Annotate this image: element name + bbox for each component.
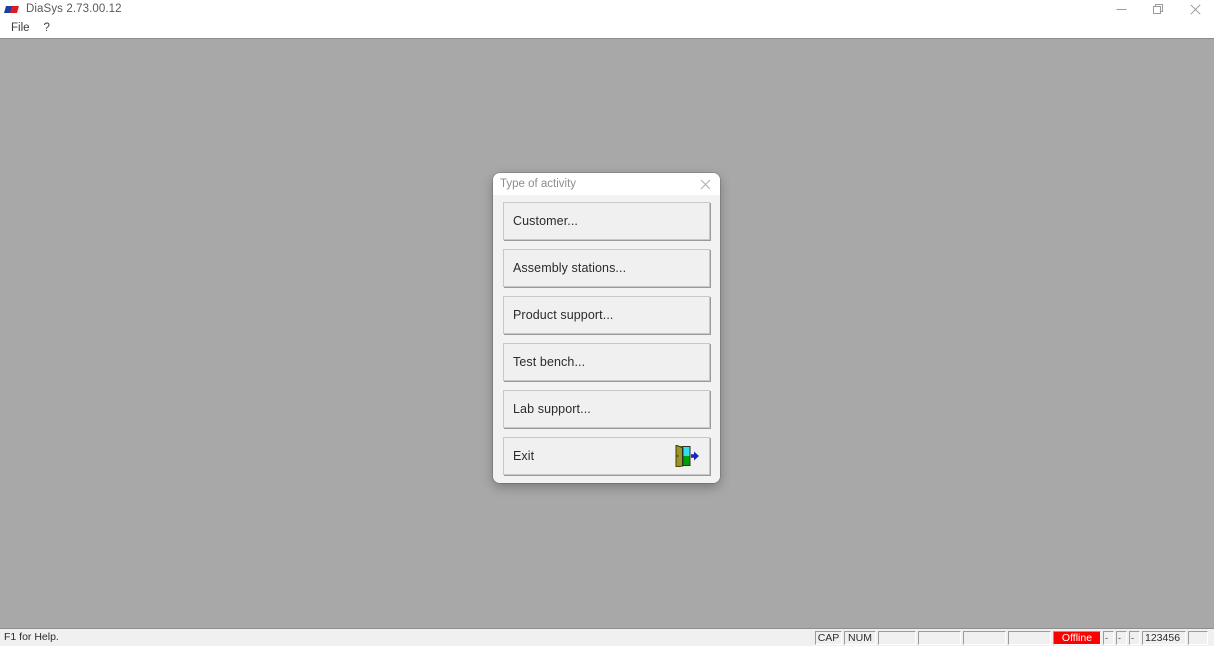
diasys-logo-icon (4, 2, 20, 18)
activity-button-label: Exit (513, 449, 534, 464)
status-panel-blank-5 (1188, 631, 1208, 645)
status-panels: CAP NUM Offline - - - 123456 (815, 629, 1214, 646)
dialog-titlebar: Type of activity (493, 173, 720, 195)
exit-door-icon (674, 445, 700, 467)
status-panel-blank-4 (1008, 631, 1051, 645)
activity-button-customer[interactable]: Customer... (503, 202, 710, 240)
status-panel-dash-1: - (1103, 631, 1114, 645)
status-panel-number: 123456 (1142, 631, 1186, 645)
activity-button-test-bench[interactable]: Test bench... (503, 343, 710, 381)
status-panel-blank-2 (918, 631, 961, 645)
window-titlebar: DiaSys 2.73.00.12 (0, 0, 1214, 19)
dialog-title: Type of activity (500, 173, 576, 195)
menu-item-help[interactable]: ? (37, 20, 57, 38)
dialog-close-icon[interactable] (690, 173, 720, 195)
app-window: DiaSys 2.73.00.12 File (0, 0, 1214, 646)
minimize-icon[interactable] (1103, 0, 1140, 19)
status-panel-cap: CAP (815, 631, 842, 645)
activity-button-label: Assembly stations... (513, 261, 626, 276)
window-controls (1103, 0, 1214, 19)
status-panel-blank-1 (878, 631, 916, 645)
activity-button-exit[interactable]: Exit (503, 437, 710, 475)
status-panel-dash-3: - (1129, 631, 1140, 645)
activity-button-label: Customer... (513, 214, 578, 229)
status-hint: F1 for Help. (0, 629, 59, 646)
client-area: Type of activity Customer... Assembly st… (0, 38, 1214, 629)
activity-button-assembly-stations[interactable]: Assembly stations... (503, 249, 710, 287)
activity-button-product-support[interactable]: Product support... (503, 296, 710, 334)
status-panel-dash-2: - (1116, 631, 1127, 645)
restore-icon[interactable] (1140, 0, 1177, 19)
activity-button-lab-support[interactable]: Lab support... (503, 390, 710, 428)
dialog-body: Customer... Assembly stations... Product… (493, 195, 720, 483)
menubar: File ? (0, 19, 1214, 38)
close-icon[interactable] (1177, 0, 1214, 19)
activity-button-label: Lab support... (513, 402, 591, 417)
activity-button-label: Test bench... (513, 355, 585, 370)
status-panel-connection: Offline (1053, 631, 1101, 645)
window-title: DiaSys 2.73.00.12 (26, 0, 122, 19)
statusbar: F1 for Help. CAP NUM Offline - - - 12345… (0, 629, 1214, 646)
menu-item-file[interactable]: File (4, 20, 37, 38)
status-panel-num: NUM (844, 631, 876, 645)
status-panel-blank-3 (963, 631, 1006, 645)
type-of-activity-dialog: Type of activity Customer... Assembly st… (493, 173, 720, 483)
activity-button-label: Product support... (513, 308, 613, 323)
